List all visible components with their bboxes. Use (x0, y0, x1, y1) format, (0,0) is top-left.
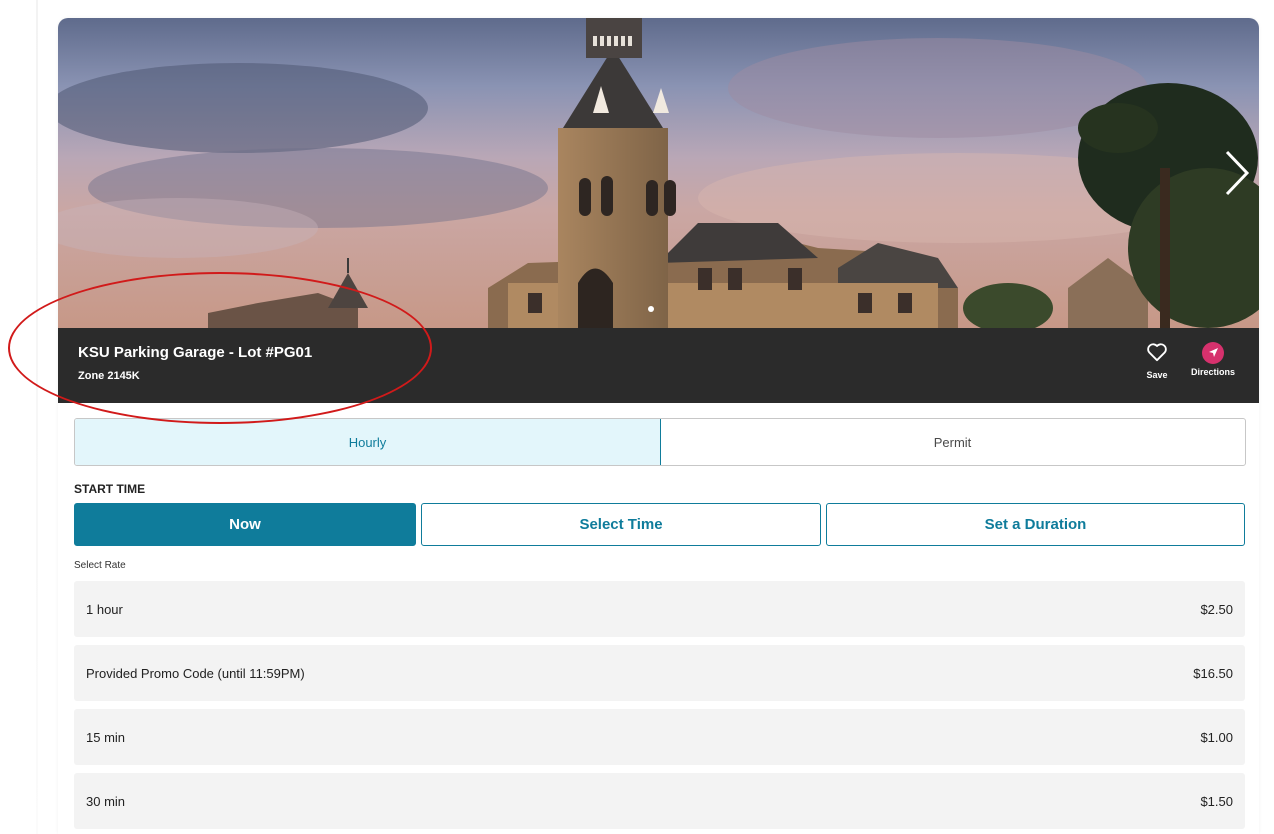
rate-name: 15 min (86, 729, 126, 745)
rate-option[interactable]: 15 min $1.00 (74, 709, 1245, 765)
lot-detail-panel: KSU Parking Garage - Lot #PG01 Zone 2145… (58, 18, 1259, 834)
start-time-options: Now Select Time Set a Duration (74, 503, 1245, 546)
save-label: Save (1146, 370, 1168, 380)
select-rate-label: Select Rate (74, 560, 126, 571)
now-button[interactable]: Now (74, 503, 416, 546)
tab-hourly[interactable]: Hourly (75, 419, 661, 465)
navigation-arrow-icon (1209, 348, 1218, 357)
rate-price: $2.50 (1200, 601, 1233, 617)
select-time-button[interactable]: Select Time (421, 503, 821, 546)
page-edge (36, 0, 38, 834)
tab-permit[interactable]: Permit (660, 419, 1245, 465)
carousel-dots (648, 306, 654, 312)
chevron-right-icon (1225, 150, 1250, 196)
lot-name: KSU Parking Garage - Lot #PG01 (78, 344, 313, 361)
lot-photo (58, 18, 1259, 328)
rate-option[interactable]: Provided Promo Code (until 11:59PM) $16.… (74, 645, 1245, 701)
rate-name: Provided Promo Code (until 11:59PM) (86, 665, 305, 681)
next-slide-button[interactable] (1221, 148, 1251, 198)
rate-list: 1 hour $2.50 Provided Promo Code (until … (74, 581, 1245, 834)
rate-option[interactable]: 30 min $1.50 (74, 773, 1245, 829)
rate-name: 30 min (86, 793, 126, 809)
lot-title-bar: KSU Parking Garage - Lot #PG01 Zone 2145… (58, 328, 1259, 403)
directions-badge (1202, 342, 1224, 364)
directions-button[interactable]: Directions (1184, 342, 1242, 377)
carousel-dot[interactable] (648, 306, 654, 312)
set-duration-button[interactable]: Set a Duration (826, 503, 1245, 546)
directions-label: Directions (1190, 367, 1235, 377)
save-button[interactable]: Save (1140, 342, 1174, 380)
rate-price: $16.50 (1193, 665, 1233, 681)
rate-name: 1 hour (86, 601, 123, 617)
zone-code: Zone 2145K (78, 370, 140, 382)
rate-price: $1.50 (1200, 793, 1233, 809)
heart-icon (1147, 343, 1167, 362)
rate-option[interactable]: 1 hour $2.50 (74, 581, 1245, 637)
rate-type-tabs: Hourly Permit (74, 418, 1246, 466)
rate-price: $1.00 (1200, 729, 1233, 745)
start-time-heading: START TIME (74, 482, 146, 496)
campus-building-illustration (58, 18, 1259, 328)
